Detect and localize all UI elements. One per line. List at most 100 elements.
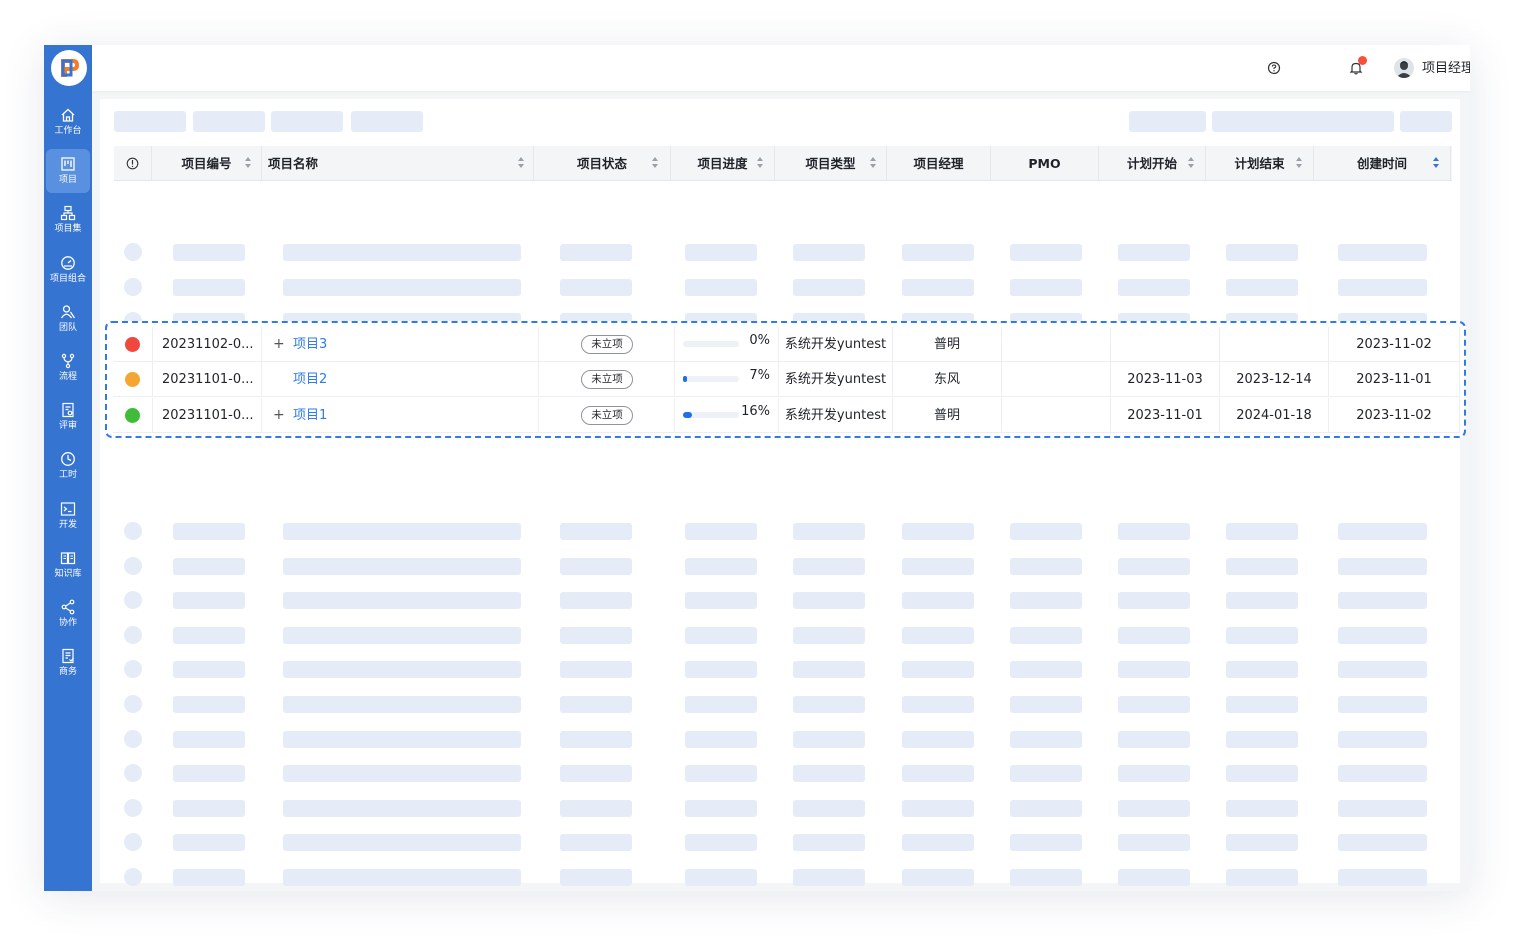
table-row[interactable]: 20231101-0... 项目2 未立项 7% 系统开发yuntest 东风 2023-1… xyxy=(113,362,1460,398)
app-window: 工作台项目项目集项目组合团队流程评审工时开发知识库协作商务 项目经理 PM xyxy=(44,45,1470,891)
loading-cell-placeholder xyxy=(1226,523,1298,540)
loading-cell-placeholder xyxy=(1338,730,1427,748)
business-document-icon xyxy=(62,649,74,664)
created-value: 2023-11-02 xyxy=(1356,337,1432,352)
loading-cell-placeholder xyxy=(685,626,757,644)
progress-bar xyxy=(683,341,739,347)
loading-cell-placeholder xyxy=(1338,244,1427,261)
project-name-link[interactable]: 项目1 xyxy=(293,398,327,433)
loading-cell-placeholder xyxy=(1338,799,1427,817)
loading-cell-placeholder xyxy=(560,523,632,540)
loading-cell-placeholder xyxy=(1338,557,1427,575)
clock-icon xyxy=(61,452,75,467)
loading-cell-placeholder xyxy=(685,661,757,679)
sidebar-item-6[interactable]: 评审 xyxy=(46,395,90,439)
progress-cell: 0% xyxy=(675,327,779,362)
sort-icon[interactable] xyxy=(757,157,763,169)
loading-cell-placeholder xyxy=(793,696,865,713)
plan-start-cell: 2023-11-01 xyxy=(1111,397,1220,433)
loading-cell-placeholder xyxy=(793,869,865,886)
loading-cell-placeholder xyxy=(685,869,757,886)
sidebar-item-5[interactable]: 流程 xyxy=(46,346,90,390)
toolbar-placeholder xyxy=(271,111,343,132)
expand-icon[interactable]: + xyxy=(273,337,285,351)
loading-cell-placeholder xyxy=(685,730,757,748)
progress-bar xyxy=(683,411,739,418)
sidebar-item-0[interactable]: 工作台 xyxy=(46,100,90,144)
column-header-type[interactable]: 项目类型 xyxy=(775,146,887,181)
sidebar-item-1[interactable]: 项目 xyxy=(46,149,90,194)
sidebar-item-4[interactable]: 团队 xyxy=(46,297,90,341)
loading-cell-placeholder xyxy=(685,244,757,261)
type-value: 系统开发yuntest xyxy=(784,372,887,388)
column-header-progress[interactable]: 项目进度 xyxy=(671,146,775,181)
sort-icon[interactable] xyxy=(1188,157,1194,169)
sidebar-item-7[interactable]: 工时 xyxy=(46,444,90,488)
loading-cell-placeholder xyxy=(1226,869,1298,886)
project-name-link[interactable]: 项目2 xyxy=(293,362,327,397)
loading-cell-placeholder xyxy=(560,626,632,644)
loading-cell-placeholder xyxy=(173,696,245,713)
sidebar-item-label: 项目组合 xyxy=(49,273,86,284)
loading-cell-placeholder xyxy=(1118,799,1190,817)
loading-row-placeholder xyxy=(124,729,142,748)
sort-icon[interactable] xyxy=(245,157,251,169)
loading-cell-placeholder xyxy=(1226,765,1298,783)
sort-icon[interactable] xyxy=(870,157,876,169)
loading-cell-placeholder xyxy=(560,730,632,748)
loading-cell-placeholder xyxy=(1338,869,1427,886)
column-header-created[interactable]: 创建时间 xyxy=(1314,146,1451,181)
sidebar-item-3[interactable]: 项目组合 xyxy=(46,248,90,292)
column-header-id[interactable]: 项目编号 xyxy=(152,146,262,181)
table-row[interactable]: 20231102-0... + 项目3 未立项 0% 系统开发yuntest 普明 2023-… xyxy=(113,327,1460,362)
loading-cell-placeholder xyxy=(685,557,757,575)
project-id: 20231102-0... xyxy=(162,337,254,352)
status-badge: 未立项 xyxy=(581,405,633,425)
loading-cell-placeholder xyxy=(793,765,865,783)
sidebar-item-11[interactable]: 商务 xyxy=(46,641,90,685)
progress-cell: 16% xyxy=(675,397,779,433)
column-header-state[interactable]: 项目状态 xyxy=(534,146,671,181)
loading-cell-placeholder xyxy=(283,765,521,783)
loading-cell-placeholder xyxy=(685,834,757,852)
sidebar-item-2[interactable]: 项目集 xyxy=(46,198,90,242)
loading-cell-placeholder xyxy=(173,592,245,610)
sort-icon[interactable] xyxy=(1296,157,1302,169)
loading-cell-placeholder xyxy=(173,278,245,296)
avatar[interactable] xyxy=(1394,58,1414,78)
loading-cell-placeholder xyxy=(560,557,632,575)
loading-cell-placeholder xyxy=(173,799,245,817)
project-state-cell: 未立项 xyxy=(539,327,675,362)
sidebar-item-10[interactable]: 协作 xyxy=(46,592,90,636)
plan-start-cell xyxy=(1111,327,1220,362)
sort-icon[interactable] xyxy=(1433,157,1439,169)
loading-cell-placeholder xyxy=(283,730,521,748)
toolbar-placeholder xyxy=(351,111,423,132)
loading-cell-placeholder xyxy=(173,661,245,679)
loading-cell-placeholder xyxy=(1118,523,1190,540)
project-name-link[interactable]: 项目3 xyxy=(293,327,327,362)
sidebar-item-9[interactable]: 知识库 xyxy=(46,543,90,587)
loading-cell-placeholder xyxy=(560,696,632,713)
expand-icon[interactable]: + xyxy=(273,408,285,422)
user-name[interactable]: 项目经理 PM xyxy=(1422,61,1470,77)
loading-cell-placeholder xyxy=(1010,278,1082,296)
app-logo[interactable] xyxy=(51,50,87,86)
column-header-plan-start[interactable]: 计划开始 xyxy=(1099,146,1206,181)
sidebar-item-8[interactable]: 开发 xyxy=(46,494,90,538)
help-circle-icon[interactable] xyxy=(1266,60,1282,76)
sidebar-item-label: 团队 xyxy=(58,322,77,333)
sort-icon[interactable] xyxy=(518,157,524,169)
loading-cell-placeholder xyxy=(1338,626,1427,644)
loading-cell-placeholder xyxy=(173,557,245,575)
table-row[interactable]: 20231101-0... + 项目1 未立项 16% 系统开发yuntest 普明 2023… xyxy=(113,397,1460,433)
column-header-plan-end[interactable]: 计划结束 xyxy=(1206,146,1314,181)
column-header-name[interactable]: 项目名称 xyxy=(262,146,534,181)
sort-icon[interactable] xyxy=(652,157,658,169)
loading-cell-placeholder xyxy=(793,799,865,817)
loading-cell-placeholder xyxy=(283,592,521,610)
loading-cell-placeholder xyxy=(1010,799,1082,817)
project-id-cell: 20231101-0... xyxy=(153,362,262,398)
loading-cell-placeholder xyxy=(1118,278,1190,296)
plan-start-cell: 2023-11-03 xyxy=(1111,362,1220,398)
